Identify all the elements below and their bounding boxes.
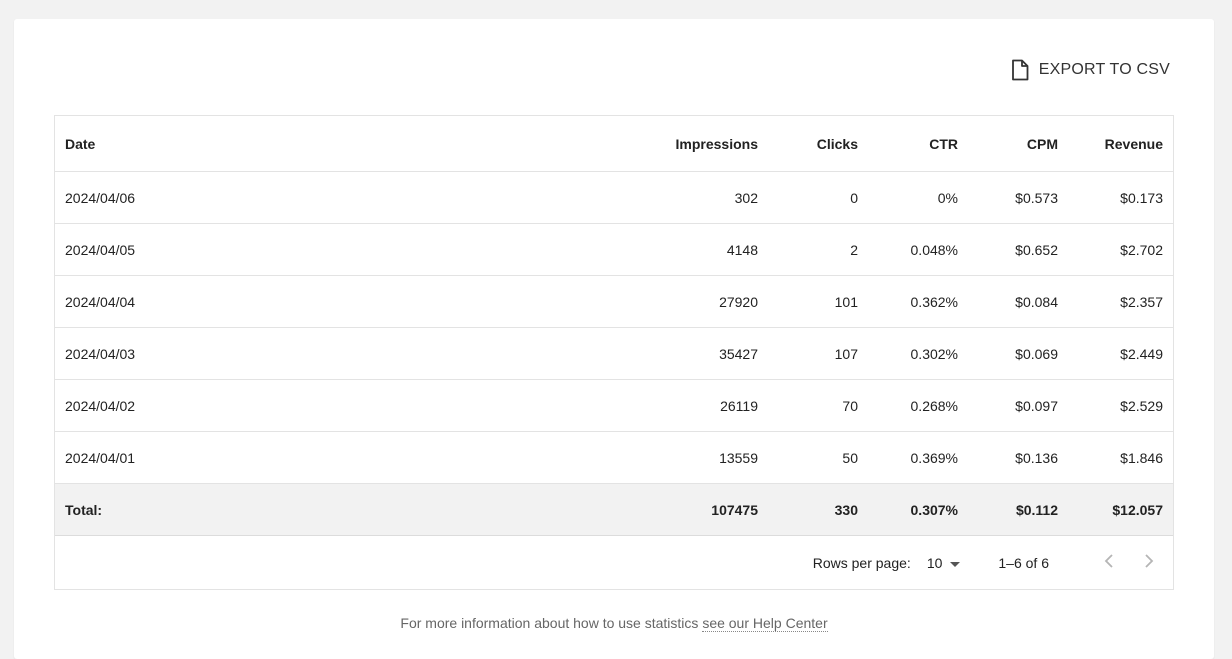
header-clicks[interactable]: Clicks: [768, 116, 868, 172]
cell-cpm: $0.097: [968, 379, 1068, 432]
total-impressions: 107475: [568, 483, 768, 536]
cell-date: 2024/04/05: [55, 223, 568, 276]
table-header-row: Date Impressions Clicks CTR CPM Revenue: [55, 116, 1173, 172]
cell-cpm: $0.573: [968, 171, 1068, 224]
caret-down-icon: [950, 555, 961, 571]
cell-revenue: $0.173: [1068, 171, 1173, 224]
stats-table: Date Impressions Clicks CTR CPM Revenue …: [55, 116, 1173, 536]
next-page-button[interactable]: [1139, 553, 1159, 573]
total-cpm: $0.112: [968, 483, 1068, 536]
cell-revenue: $2.449: [1068, 327, 1173, 380]
export-csv-label: EXPORT TO CSV: [1038, 61, 1170, 78]
header-date[interactable]: Date: [55, 116, 568, 172]
cell-date: 2024/04/03: [55, 327, 568, 380]
cell-impressions: 26119: [568, 379, 768, 432]
table-row: 2024/04/02 26119 70 0.268% $0.097 $2.529: [55, 379, 1173, 432]
cell-revenue: $1.846: [1068, 431, 1173, 484]
cell-revenue: $2.357: [1068, 275, 1173, 328]
chevron-right-icon: [1144, 553, 1154, 572]
export-csv-button[interactable]: EXPORT TO CSV: [1011, 55, 1170, 85]
cell-cpm: $0.084: [968, 275, 1068, 328]
table-row: 2024/04/04 27920 101 0.362% $0.084 $2.35…: [55, 275, 1173, 328]
cell-impressions: 13559: [568, 431, 768, 484]
stats-card: EXPORT TO CSV Date Impressions Clicks CT…: [14, 19, 1214, 659]
header-cpm[interactable]: CPM: [968, 116, 1068, 172]
cell-ctr: 0.362%: [868, 275, 968, 328]
cell-clicks: 50: [768, 431, 868, 484]
rows-per-page-value: 10: [926, 554, 943, 571]
total-ctr: 0.307%: [868, 483, 968, 536]
cell-revenue: $2.529: [1068, 379, 1173, 432]
cell-date: 2024/04/01: [55, 431, 568, 484]
cell-ctr: 0.369%: [868, 431, 968, 484]
cell-impressions: 35427: [568, 327, 768, 380]
table-row: 2024/04/05 4148 2 0.048% $0.652 $2.702: [55, 223, 1173, 276]
table-row: 2024/04/03 35427 107 0.302% $0.069 $2.44…: [55, 327, 1173, 380]
file-icon: [1011, 59, 1029, 81]
cell-revenue: $2.702: [1068, 223, 1173, 276]
chevron-left-icon: [1104, 553, 1114, 572]
cell-clicks: 107: [768, 327, 868, 380]
table-row: 2024/04/06 302 0 0% $0.573 $0.173: [55, 171, 1173, 224]
cell-impressions: 4148: [568, 223, 768, 276]
cell-ctr: 0.302%: [868, 327, 968, 380]
cell-date: 2024/04/02: [55, 379, 568, 432]
cell-ctr: 0%: [868, 171, 968, 224]
header-impressions[interactable]: Impressions: [568, 116, 768, 172]
cell-date: 2024/04/06: [55, 171, 568, 224]
prev-page-button[interactable]: [1099, 553, 1119, 573]
cell-clicks: 2: [768, 223, 868, 276]
pagination-bar: Rows per page: 10 1–6 of 6: [55, 536, 1173, 589]
cell-clicks: 0: [768, 171, 868, 224]
rows-per-page-select[interactable]: 10: [927, 555, 961, 571]
cell-cpm: $0.652: [968, 223, 1068, 276]
header-revenue[interactable]: Revenue: [1068, 116, 1173, 172]
cell-date: 2024/04/04: [55, 275, 568, 328]
rows-per-page-label: Rows per page:: [812, 554, 911, 571]
cell-cpm: $0.069: [968, 327, 1068, 380]
cell-clicks: 70: [768, 379, 868, 432]
cell-ctr: 0.268%: [868, 379, 968, 432]
table-row: 2024/04/01 13559 50 0.369% $0.136 $1.846: [55, 431, 1173, 484]
cell-cpm: $0.136: [968, 431, 1068, 484]
cell-ctr: 0.048%: [868, 223, 968, 276]
stats-table-container: Date Impressions Clicks CTR CPM Revenue …: [54, 115, 1174, 590]
header-ctr[interactable]: CTR: [868, 116, 968, 172]
help-text: For more information about how to use st…: [400, 615, 699, 631]
help-center-link[interactable]: see our Help Center: [702, 615, 828, 632]
cell-impressions: 302: [568, 171, 768, 224]
cell-clicks: 101: [768, 275, 868, 328]
help-footer: For more information about how to use st…: [14, 615, 1214, 632]
pagination-range: 1–6 of 6: [998, 554, 1049, 571]
total-row: Total: 107475 330 0.307% $0.112 $12.057: [55, 483, 1173, 536]
total-revenue: $12.057: [1068, 483, 1173, 536]
total-label: Total:: [55, 483, 568, 536]
total-clicks: 330: [768, 483, 868, 536]
cell-impressions: 27920: [568, 275, 768, 328]
